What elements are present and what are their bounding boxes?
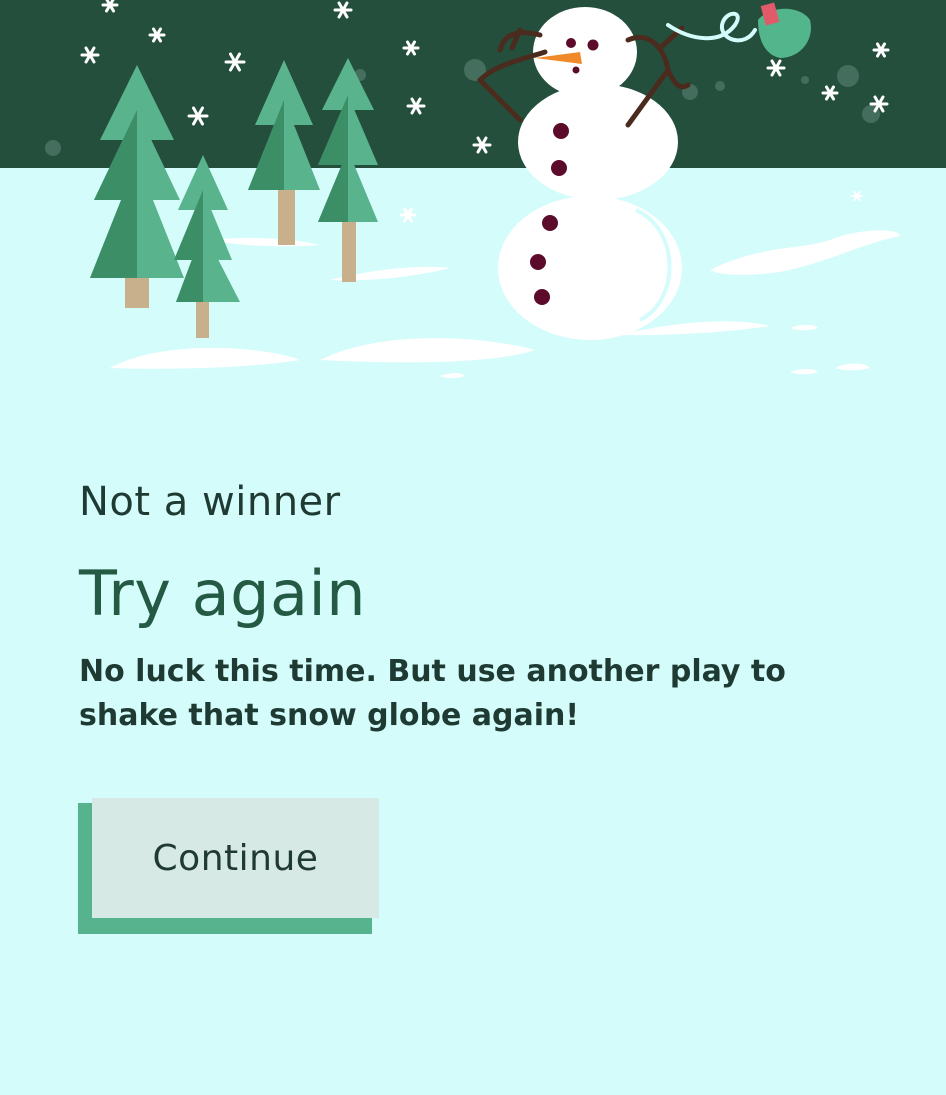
winter-scene-illustration xyxy=(0,0,946,420)
result-headline: Try again xyxy=(79,557,367,630)
result-eyebrow: Not a winner xyxy=(79,479,341,525)
result-panel: Not a winner Try again No luck this time… xyxy=(79,476,879,738)
continue-button-wrapper: Continue xyxy=(78,798,380,935)
continue-button[interactable]: Continue xyxy=(92,798,379,918)
winter-scene-svg xyxy=(0,0,946,420)
result-message: No luck this time. But use another play … xyxy=(79,654,786,733)
